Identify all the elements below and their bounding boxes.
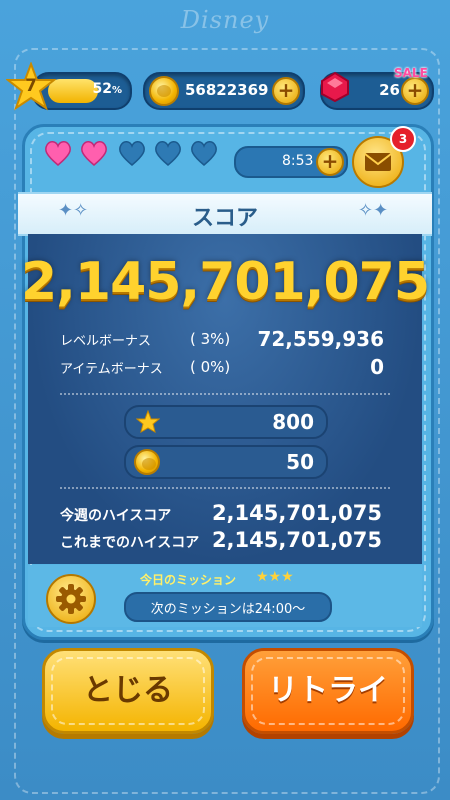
alltime-high-value: 2,145,701,075 [211,528,382,552]
weekly-high-value: 2,145,701,075 [211,501,382,525]
close-button-border [51,657,205,725]
heart-filled-icon [81,141,107,166]
timer-value: 8:53 [282,153,314,169]
ruby-icon [321,71,349,103]
gear-icon [56,584,86,614]
level-bonus-row: レベルボーナス [60,330,151,349]
level-bonus-value: 72,559,936 [257,327,384,351]
exp-value: 800 [272,410,314,434]
item-bonus-value: 0 [370,355,384,379]
next-mission-text: 次のミッションは24:00〜 [150,602,306,617]
retry-button-border [251,657,405,725]
level-bonus-pct: ( 3%) [190,330,231,348]
coin-icon [134,449,160,475]
coin-icon [149,76,179,106]
item-bonus-row: アイテムボーナス [60,358,163,377]
level-number: 7 [25,76,37,96]
mission-stars: ★★★ [256,569,294,585]
coin-value: 56822369 [185,81,269,99]
next-mission-info[interactable]: 次のミッションは24:00〜 [124,592,332,622]
star-icon [136,410,160,434]
coins-gained-value: 50 [286,450,314,474]
add-hearts-button[interactable]: + [316,148,344,176]
disney-logo: Disney [180,6,270,34]
heart-timer[interactable]: 8:53 + [234,146,348,178]
divider [60,393,390,395]
add-coins-button[interactable]: + [272,77,300,105]
heart-empty-icon [155,141,181,166]
add-gems-button[interactable]: + [401,77,429,105]
heart-empty-icon [119,141,145,166]
sparkle-icon: ✦✧ [58,200,89,221]
level-bonus-label: レベルボーナス [60,334,152,349]
settings-button[interactable] [46,574,96,624]
mail-count-badge: 3 [390,126,416,152]
weekly-high-label: 今週のハイスコア [60,508,172,524]
heart-filled-icon [45,141,71,166]
total-score: 2,145,701,075 [20,252,430,312]
retry-button[interactable]: リトライ [242,648,414,734]
weekly-high-score-row: 今週のハイスコア [60,505,171,525]
sparkle-icon: ✧✦ [358,200,389,221]
heart-empty-icon [191,141,217,166]
alltime-high-score-row: これまでのハイスコア [60,532,199,552]
coin-counter[interactable]: 56822369 + [143,72,305,110]
mission-title: 今日のミッション [140,573,237,587]
level-progress-text: 52% [92,81,122,97]
alltime-high-label: これまでのハイスコア [60,535,200,551]
close-button[interactable]: とじる [42,648,214,734]
divider [60,487,390,489]
gem-value: 26 [379,81,400,99]
item-bonus-pct: ( 0%) [190,358,231,376]
item-bonus-label: アイテムボーナス [60,362,163,377]
level-star-icon: 7 [5,61,57,112]
sale-badge: SALE [394,66,428,80]
exp-gained: 800 [124,405,328,439]
coins-gained: 50 [124,445,328,479]
score-banner: スコア ✦✧ ✧✦ [18,192,432,236]
